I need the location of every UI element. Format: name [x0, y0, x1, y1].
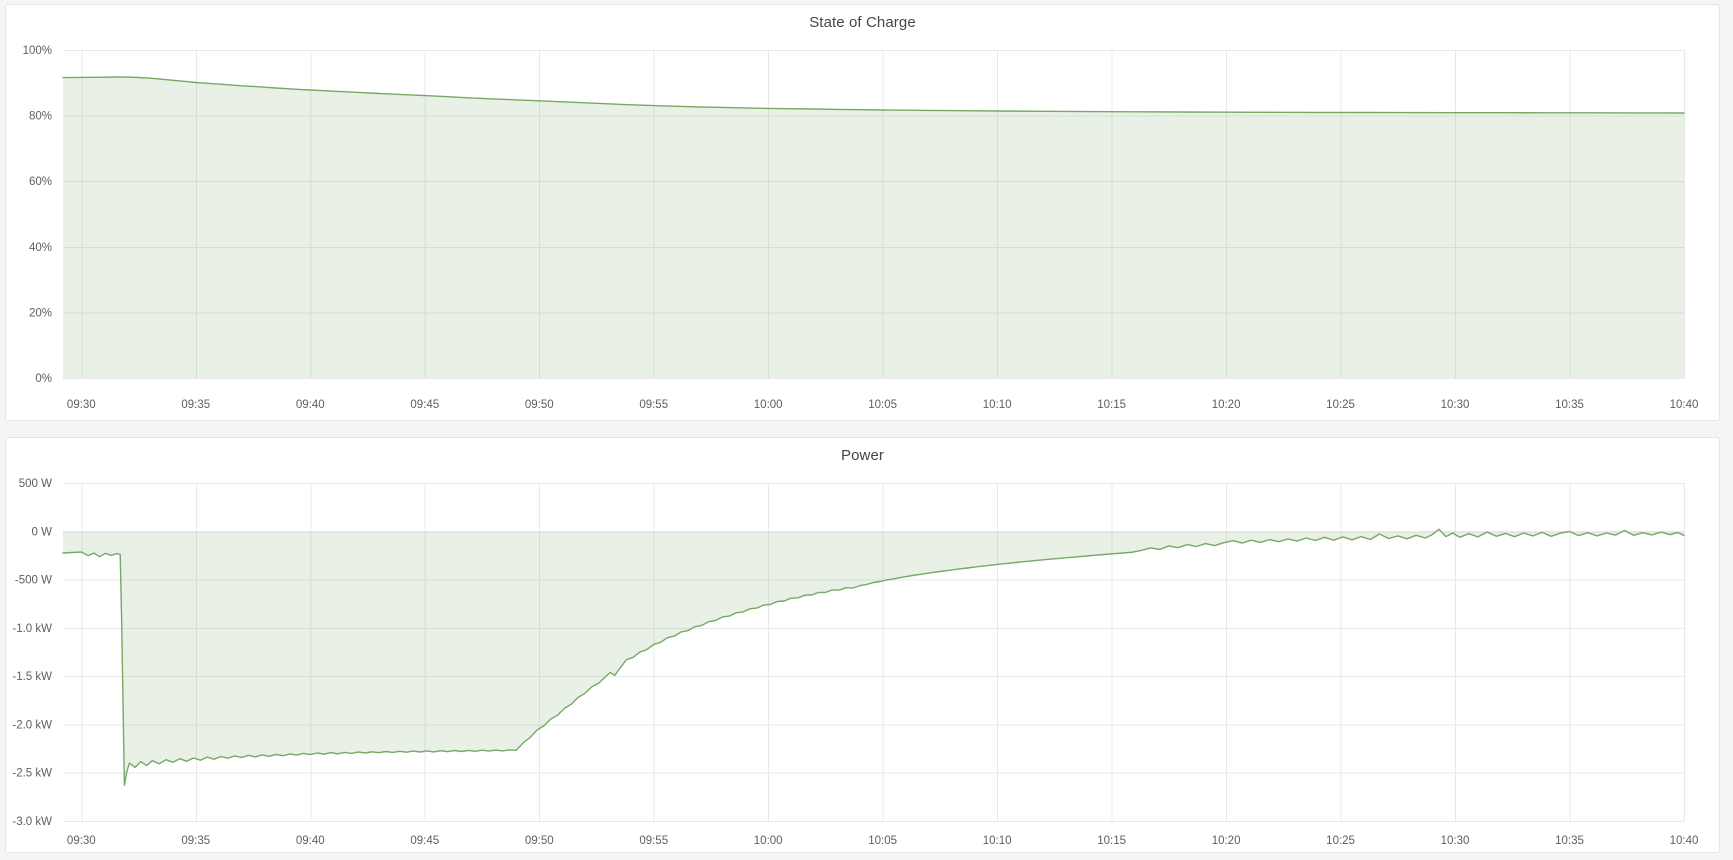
x-axis-tick-label: 09:35: [181, 399, 210, 411]
series-area: [63, 529, 1684, 785]
y-axis-tick-label: 60%: [29, 176, 52, 188]
x-axis-tick-label: 09:45: [410, 399, 439, 411]
x-axis-tick-label: 09:30: [67, 399, 96, 411]
y-axis-tick-label: 40%: [29, 242, 52, 254]
y-axis-tick-label: -2.5 kW: [12, 768, 52, 780]
y-axis-tick-label: -1.0 kW: [12, 623, 52, 635]
x-axis-tick-label: 10:30: [1441, 399, 1470, 411]
x-axis-tick-label: 10:10: [983, 835, 1012, 847]
x-axis-tick-label: 10:00: [754, 399, 783, 411]
x-axis-tick-label: 09:55: [639, 399, 668, 411]
x-axis-tick-label: 10:25: [1326, 835, 1355, 847]
y-axis-tick-label: 500 W: [19, 478, 52, 490]
x-axis-tick-label: 09:40: [296, 835, 325, 847]
x-axis-tick-label: 09:30: [67, 835, 96, 847]
x-axis-tick-label: 09:45: [410, 835, 439, 847]
x-axis-tick-label: 09:40: [296, 399, 325, 411]
y-axis-tick-label: 80%: [29, 111, 52, 123]
y-axis-tick-label: -1.5 kW: [12, 671, 52, 683]
panel-power: Power 500 W0 W-500 W-1.0 kW-1.5 kW-2.0 k…: [5, 437, 1720, 853]
x-axis-tick-label: 10:00: [754, 835, 783, 847]
x-axis-tick-label: 09:35: [181, 835, 210, 847]
series-area: [63, 77, 1684, 378]
x-axis-tick-label: 10:15: [1097, 835, 1126, 847]
y-axis-tick-label: 0%: [35, 373, 52, 385]
x-axis-tick-label: 10:35: [1555, 835, 1584, 847]
panel-state-of-charge: State of Charge 100%80%60%40%20%0%09:300…: [5, 4, 1720, 421]
x-axis-tick-label: 09:50: [525, 399, 554, 411]
y-axis-tick-label: 100%: [23, 45, 52, 57]
y-axis-tick-label: -2.0 kW: [12, 719, 52, 731]
x-axis-tick-label: 10:30: [1441, 835, 1470, 847]
x-axis-tick-label: 10:15: [1097, 399, 1126, 411]
x-axis-tick-label: 10:40: [1670, 835, 1699, 847]
x-axis-tick-label: 10:20: [1212, 399, 1241, 411]
state-of-charge-chart[interactable]: 100% 80% 60% 40% 20% 0% 09:30 09:35 09:40 09:45 09…: [6, 5, 1719, 420]
x-axis-tick-label: 10:10: [983, 399, 1012, 411]
y-axis-tick-label: -500 W: [15, 575, 52, 587]
y-axis-tick-label: 0 W: [32, 526, 53, 538]
x-axis-tick-label: 10:25: [1326, 399, 1355, 411]
dashboard: State of Charge 100%80%60%40%20%0%09:300…: [0, 0, 1733, 860]
x-axis-tick-label: 10:20: [1212, 835, 1241, 847]
y-axis-tick-label: -3.0 kW: [12, 816, 52, 828]
x-axis-tick-label: 10:05: [868, 835, 897, 847]
x-axis-tick-label: 10:35: [1555, 399, 1584, 411]
x-axis-tick-label: 10:05: [868, 399, 897, 411]
power-chart[interactable]: 500 W 0 W -500 W -1.0 kW -1.5 kW -2.0 kW -2.5 …: [6, 438, 1719, 852]
x-axis-tick-label: 10:40: [1670, 399, 1699, 411]
x-axis-tick-label: 09:50: [525, 835, 554, 847]
y-axis-tick-label: 20%: [29, 307, 52, 319]
x-axis-tick-label: 09:55: [639, 835, 668, 847]
